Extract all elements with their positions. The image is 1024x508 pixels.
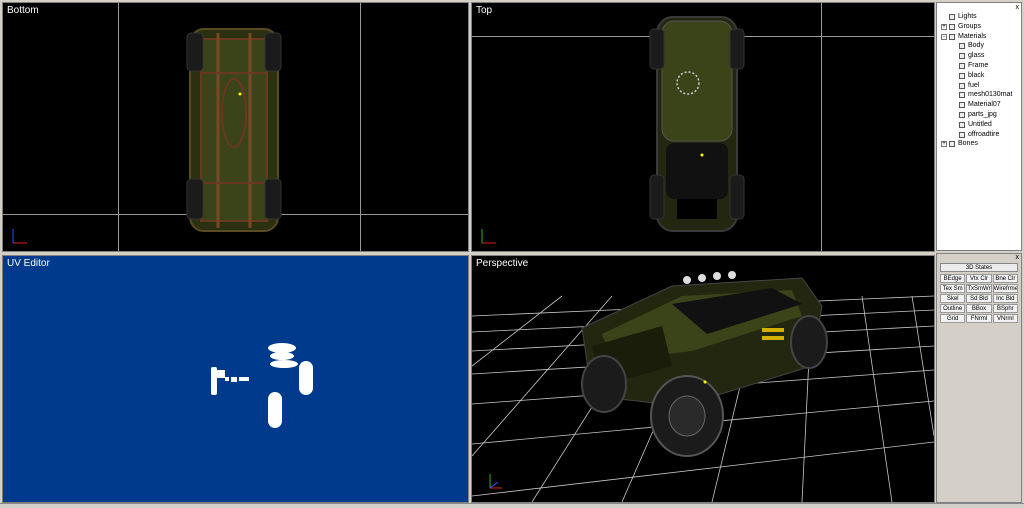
tree-item-label: mesh0130mat (968, 91, 1013, 99)
material-swatch-icon (959, 82, 965, 89)
tree-item-glass[interactable]: glass (959, 51, 984, 61)
close-icon[interactable]: x (1016, 254, 1020, 261)
tree-item-groups[interactable]: + Groups (941, 22, 981, 32)
scene-tree[interactable]: x Lights + Groups - Materials Body glass Frame b… (936, 2, 1022, 251)
viewport-title: Top (476, 5, 493, 16)
state-button-bedge[interactable]: BEdge (940, 274, 966, 283)
state-button-bsphr[interactable]: BSphr (992, 304, 1018, 313)
axis-gizmo (489, 474, 502, 489)
tree-item-untitled[interactable]: Untitled (959, 120, 992, 130)
tree-item-body[interactable]: Body (959, 41, 984, 51)
viewport-perspective[interactable]: Perspective (471, 255, 935, 503)
vehicle-underside-view (186, 28, 282, 232)
uv-islands (211, 343, 313, 428)
tree-item-label: glass (968, 52, 985, 60)
expander-icon[interactable]: + (941, 23, 947, 30)
state-button-vnrml[interactable]: VNrml (992, 314, 1018, 323)
vehicle-top-view (649, 16, 745, 232)
state-button-bne-clr[interactable]: Bne Clr (992, 274, 1018, 283)
state-button-outline[interactable]: Outline (940, 304, 966, 313)
state-button-vtx-clr[interactable]: Vtx Clr (966, 274, 992, 283)
tree-item-label: parts_jpg (968, 111, 997, 118)
tree-item-label: Materials (958, 32, 987, 40)
texture-icon (959, 43, 965, 50)
tree-item-frame[interactable]: Frame (959, 61, 988, 71)
state-button-inc-bld[interactable]: Inc Bld (992, 294, 1018, 303)
states-panel: x 3D States BEdge Vtx Clr Bne Clr Tex Sm TxS… (936, 253, 1022, 503)
tree-item-label: black (968, 71, 985, 79)
texture-icon (959, 112, 965, 118)
tree-item-mesh0130mat[interactable]: mesh0130mat (959, 90, 1012, 100)
state-button-sd-bld[interactable]: Sd Bld (966, 294, 992, 303)
tree-item-bones[interactable]: + Bones (941, 139, 978, 149)
state-button-tex-sm[interactable]: Tex Sm (940, 284, 966, 293)
texture-icon (959, 102, 965, 109)
state-button-txsmwr[interactable]: TxSmWr (966, 284, 992, 293)
state-toggle-grid: BEdge Vtx Clr Bne Clr Tex Sm TxSmWr Wirefrme S… (940, 274, 1018, 323)
viewport-top[interactable]: Top (471, 2, 935, 252)
texture-icon (959, 92, 965, 99)
light-icon (949, 14, 955, 20)
tree-item-label: Groups (958, 22, 981, 30)
tree-item-offroadtire[interactable]: offroadtire (959, 130, 999, 140)
tree-item-label: Body (968, 42, 984, 50)
material-swatch-icon (959, 121, 965, 128)
tree-item-black[interactable]: black (959, 71, 984, 81)
state-button-bbox[interactable]: BBox (966, 304, 992, 313)
texture-icon (959, 63, 965, 69)
texture-icon (959, 131, 965, 138)
status-bar (0, 503, 1024, 508)
state-button-fnrml[interactable]: FNrml (966, 314, 992, 323)
state-button-skel[interactable]: Skel (940, 294, 966, 303)
tree-item-parts-jpg[interactable]: parts_jpg (959, 110, 997, 120)
tree-item-label: Frame (968, 62, 989, 69)
viewport-uv-editor[interactable]: UV Editor (2, 255, 469, 503)
tree-item-label: Bones (958, 140, 978, 148)
tree-item-label: offroadtire (968, 130, 1000, 138)
bone-icon (949, 141, 955, 148)
viewport-bottom[interactable]: Bottom (2, 2, 469, 252)
states-header-button[interactable]: 3D States (940, 263, 1018, 272)
viewport-title: Perspective (476, 258, 529, 269)
state-button-wirefrme[interactable]: Wirefrme (992, 284, 1018, 293)
expander-icon[interactable]: - (941, 33, 947, 40)
axis-gizmo (481, 229, 496, 244)
close-icon[interactable]: x (1016, 4, 1020, 11)
state-button-grid[interactable]: Grid (940, 314, 966, 323)
tree-item-label: Lights (958, 13, 977, 20)
material-swatch-icon (959, 72, 965, 79)
viewport-title: Bottom (7, 5, 39, 16)
tree-item-lights[interactable]: Lights (941, 12, 977, 22)
tree-item-label: fuel (968, 81, 980, 89)
axis-gizmo (12, 229, 27, 244)
material-icon (949, 33, 955, 40)
material-swatch-icon (959, 53, 965, 60)
vehicle-perspective-view (581, 271, 828, 457)
tree-item-label: Material07 (968, 101, 1001, 109)
group-icon (949, 23, 955, 30)
tree-item-fuel[interactable]: fuel (959, 81, 979, 91)
viewport-title: UV Editor (7, 258, 50, 269)
expander-icon[interactable]: + (941, 141, 947, 148)
tree-item-materials[interactable]: - Materials (941, 32, 986, 42)
tree-item-material07[interactable]: Material07 (959, 100, 1001, 110)
tree-item-label: Untitled (968, 120, 992, 128)
